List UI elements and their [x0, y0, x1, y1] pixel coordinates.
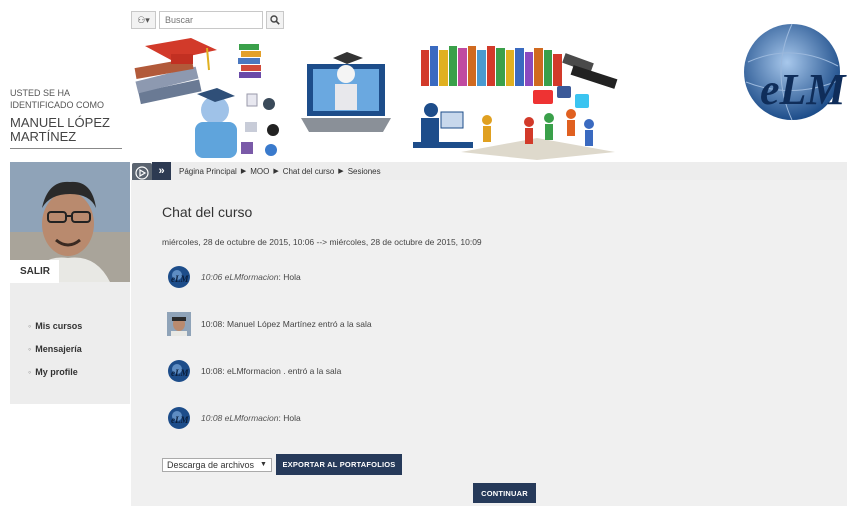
breadcrumb-toggle-button[interactable]: »	[152, 162, 171, 180]
breadcrumb-separator-icon: ▶	[273, 168, 279, 175]
identity-block: USTED SE HA IDENTIFICADO COMO MANUEL LÓP…	[10, 87, 122, 149]
main-content: Chat del curso miércoles, 28 de octubre …	[131, 180, 847, 506]
graduate-figure-icon	[195, 88, 237, 158]
sidebar-item-label: My profile	[35, 366, 78, 377]
divider	[10, 148, 122, 149]
chat-message: eLM 10:08: eLMformacion . entró a la sal…	[167, 359, 341, 383]
education-banner-image	[134, 38, 618, 160]
elm-logo[interactable]: eLM	[740, 22, 847, 122]
sidebar-item-mis-cursos[interactable]: ◦ Mis cursos	[28, 314, 82, 337]
breadcrumb-item-course[interactable]: MOO	[250, 167, 269, 176]
desk-worker-icon	[413, 103, 473, 148]
user-menu-button[interactable]: ⚇▾	[131, 11, 156, 29]
svg-text:eLM: eLM	[171, 274, 189, 284]
search-button[interactable]	[266, 11, 284, 29]
user-name[interactable]: MANUEL LÓPEZ MARTÍNEZ	[10, 116, 122, 144]
users-icon: ⚇▾	[137, 14, 150, 25]
breadcrumb-bar: » Página Principal ▶ MOO ▶ Chat del curs…	[152, 162, 847, 180]
laptop-user-icon	[301, 52, 391, 132]
breadcrumb-item-home[interactable]: Página Principal	[179, 167, 237, 176]
svg-text:eLM: eLM	[171, 368, 189, 378]
session-range: miércoles, 28 de octubre de 2015, 10:06 …	[162, 237, 482, 247]
elm-avatar: eLM	[168, 407, 190, 429]
chat-message: eLM 10:08 eLMformacion: Hola	[167, 406, 301, 430]
page-title: Chat del curso	[162, 204, 253, 220]
bookshelf-icon	[421, 46, 618, 89]
message-content: 10:08 eLMformacion: Hola	[201, 413, 301, 423]
sidebar-item-mensajeria[interactable]: ◦ Mensajería	[28, 337, 82, 360]
export-portfolio-button[interactable]: EXPORTAR AL PORTAFOLIOS	[275, 454, 402, 475]
export-row: Descarga de archivos ▼ EXPORTAR AL PORTA…	[162, 454, 402, 475]
breadcrumb-item-sessions[interactable]: Sesiones	[348, 167, 381, 176]
download-format-select[interactable]: Descarga de archivos ▼	[162, 457, 272, 472]
select-value: Descarga de archivos	[167, 459, 255, 470]
logout-button[interactable]: SALIR	[10, 260, 59, 283]
chevron-down-icon: ▼	[260, 461, 267, 468]
breadcrumb-separator-icon: ▶	[338, 168, 344, 175]
breadcrumb: Página Principal ▶ MOO ▶ Chat del curso …	[179, 167, 381, 176]
message-text: : Hola	[278, 272, 301, 282]
user-avatar-small	[167, 312, 191, 336]
chat-message: eLM 10:06 eLMformacion: Hola	[167, 265, 301, 289]
sidebar-item-label: Mensajería	[35, 343, 82, 354]
search-bar: ⚇▾	[131, 11, 284, 29]
breadcrumb-separator-icon: ▶	[240, 168, 247, 175]
continue-button[interactable]: CONTINUAR	[473, 483, 536, 503]
bullet-icon: ◦	[28, 343, 32, 354]
bullet-icon: ◦	[28, 320, 32, 331]
sidebar-item-my-profile[interactable]: ◦ My profile	[28, 360, 82, 383]
open-book-figures-icon	[461, 109, 615, 160]
message-timestamp: 10:08 eLMformacion	[201, 413, 279, 423]
elm-avatar: eLM	[168, 360, 190, 382]
message-content: 10:06 eLMformacion: Hola	[201, 272, 301, 282]
search-input[interactable]	[159, 11, 263, 29]
sidebar-nav: ◦ Mis cursos ◦ Mensajería ◦ My profile	[28, 314, 82, 383]
message-text: : Hola	[278, 413, 301, 423]
logo-text: eLM	[760, 65, 847, 114]
message-text: 10:08: eLMformacion . entró a la sala	[201, 366, 342, 376]
search-icon	[270, 15, 280, 25]
svg-text:eLM: eLM	[171, 415, 189, 425]
breadcrumb-item-chat[interactable]: Chat del curso	[283, 167, 335, 176]
identified-as-label: USTED SE HA IDENTIFICADO COMO	[10, 88, 104, 110]
elm-avatar: eLM	[168, 266, 190, 288]
bullet-icon: ◦	[28, 366, 32, 377]
message-text: 10:08: Manuel López Martínez entró a la …	[201, 319, 372, 329]
message-timestamp: 10:06 eLMformacion	[201, 272, 279, 282]
chat-message: 10:08: Manuel López Martínez entró a la …	[167, 312, 372, 336]
sidebar-item-label: Mis cursos	[35, 320, 83, 331]
play-circle-icon	[135, 166, 149, 180]
